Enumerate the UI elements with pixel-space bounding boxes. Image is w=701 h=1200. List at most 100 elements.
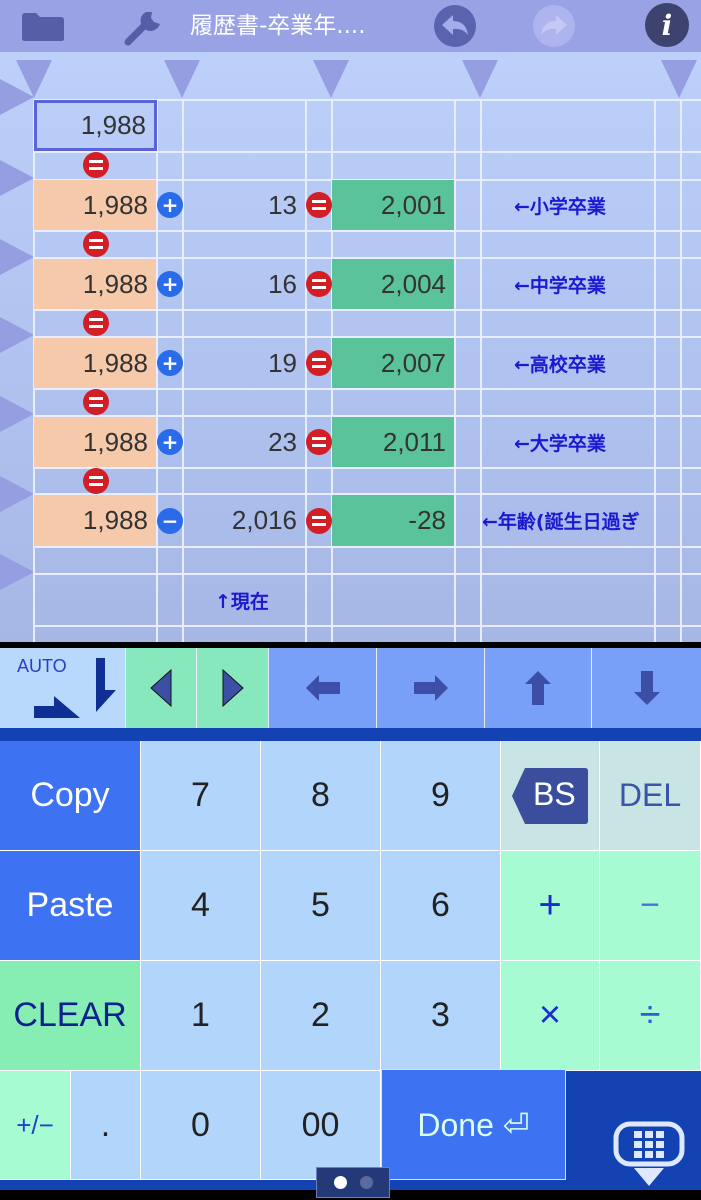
equals-operator-icon[interactable] bbox=[83, 310, 109, 336]
equals-operator-icon[interactable] bbox=[306, 508, 332, 534]
result-cell[interactable]: 2,011 bbox=[332, 417, 454, 467]
key-6[interactable]: 6 bbox=[381, 851, 501, 961]
column-marker-icon[interactable] bbox=[164, 60, 200, 98]
multiply-button[interactable]: × bbox=[501, 961, 600, 1071]
wrench-icon[interactable] bbox=[122, 6, 166, 50]
plus-operator-icon[interactable]: + bbox=[157, 271, 183, 297]
keyboard-hide-icon bbox=[613, 1121, 685, 1186]
operand-cell[interactable]: 13 bbox=[183, 180, 305, 230]
note-cell-current[interactable]: ↑現在 bbox=[215, 575, 269, 625]
result-cell[interactable]: 2,001 bbox=[332, 180, 454, 230]
paste-button[interactable]: Paste bbox=[0, 851, 141, 961]
note-cell[interactable]: ←高校卒業 bbox=[514, 338, 606, 388]
plus-operator-icon[interactable]: + bbox=[157, 350, 183, 376]
auto-direction-button[interactable]: AUTO bbox=[0, 648, 126, 728]
input-cell[interactable]: 1,988 bbox=[34, 417, 156, 467]
auto-label: AUTO bbox=[17, 656, 67, 676]
undo-icon[interactable] bbox=[433, 4, 477, 52]
folder-icon[interactable] bbox=[20, 12, 66, 46]
equals-operator-icon[interactable] bbox=[306, 350, 332, 376]
key-5[interactable]: 5 bbox=[261, 851, 381, 961]
note-cell[interactable]: ←年齢(誕生日過ぎ bbox=[482, 495, 640, 546]
arrow-down-icon bbox=[633, 671, 660, 705]
keypad-page-indicator[interactable] bbox=[316, 1167, 390, 1198]
plus-operator-icon[interactable]: + bbox=[157, 192, 183, 218]
input-cell[interactable]: 1,988 bbox=[34, 259, 156, 309]
column-marker-icon[interactable] bbox=[462, 60, 498, 98]
minus-operator-icon[interactable]: − bbox=[157, 508, 183, 534]
minus-button[interactable]: − bbox=[600, 851, 701, 961]
move-right-button[interactable] bbox=[377, 648, 485, 728]
page-dot[interactable] bbox=[359, 1176, 373, 1189]
auto-right-arrow-icon bbox=[34, 696, 80, 718]
key-9[interactable]: 9 bbox=[381, 741, 501, 851]
column-marker-icon[interactable] bbox=[661, 60, 697, 98]
copy-button[interactable]: Copy bbox=[0, 741, 141, 851]
key-1[interactable]: 1 bbox=[141, 961, 261, 1071]
input-cell[interactable]: 1,988 bbox=[34, 338, 156, 388]
equals-operator-icon[interactable] bbox=[83, 152, 109, 178]
key-4[interactable]: 4 bbox=[141, 851, 261, 961]
move-down-button[interactable] bbox=[592, 648, 701, 728]
equals-operator-icon[interactable] bbox=[306, 429, 332, 455]
row-marker-icon[interactable] bbox=[0, 396, 34, 432]
row-marker-icon[interactable] bbox=[0, 317, 34, 353]
grid-line bbox=[34, 573, 701, 575]
note-cell[interactable]: ←小学卒業 bbox=[514, 180, 606, 230]
move-up-button[interactable] bbox=[485, 648, 592, 728]
backspace-button[interactable]: BS bbox=[501, 741, 600, 851]
row-marker-icon[interactable] bbox=[0, 476, 34, 512]
delete-button[interactable]: DEL bbox=[600, 741, 701, 851]
clear-button[interactable]: CLEAR bbox=[0, 961, 141, 1071]
grid-line bbox=[34, 388, 701, 390]
operand-cell[interactable]: 19 bbox=[183, 338, 305, 388]
row-marker-icon[interactable] bbox=[0, 79, 34, 115]
key-00[interactable]: 00 bbox=[261, 1071, 381, 1180]
info-icon[interactable]: i bbox=[644, 2, 690, 52]
plus-button[interactable]: + bbox=[501, 851, 600, 961]
page-dot-active[interactable] bbox=[333, 1176, 347, 1189]
key-8[interactable]: 8 bbox=[261, 741, 381, 851]
plus-minus-button[interactable]: +/− bbox=[0, 1071, 71, 1180]
grid-line bbox=[34, 309, 701, 311]
input-cell[interactable]: 1,988 bbox=[34, 180, 156, 230]
row-marker-icon[interactable] bbox=[0, 239, 34, 275]
equals-operator-icon[interactable] bbox=[83, 389, 109, 415]
row-marker-icon[interactable] bbox=[0, 160, 34, 196]
key-0[interactable]: 0 bbox=[141, 1071, 261, 1180]
auto-down-arrow-icon bbox=[96, 658, 116, 712]
equals-operator-icon[interactable] bbox=[83, 468, 109, 494]
divide-button[interactable]: ÷ bbox=[600, 961, 701, 1071]
row-marker-icon[interactable] bbox=[0, 554, 34, 590]
spreadsheet[interactable]: 1,988 1,988 + 13 2,001 ←小学卒業 1,988 + 16 … bbox=[0, 52, 701, 642]
key-2[interactable]: 2 bbox=[261, 961, 381, 1071]
triangle-left-icon bbox=[150, 668, 172, 708]
equals-operator-icon[interactable] bbox=[306, 192, 332, 218]
equals-operator-icon[interactable] bbox=[83, 231, 109, 257]
result-cell[interactable]: 2,007 bbox=[332, 338, 454, 388]
prev-button[interactable] bbox=[126, 648, 197, 728]
result-cell[interactable]: -28 bbox=[332, 495, 454, 546]
note-cell[interactable]: ←大学卒業 bbox=[514, 417, 606, 467]
move-left-button[interactable] bbox=[269, 648, 377, 728]
note-cell[interactable]: ←中学卒業 bbox=[514, 259, 606, 309]
arrow-up-icon bbox=[525, 671, 551, 705]
selected-cell[interactable]: 1,988 bbox=[34, 100, 157, 151]
next-button[interactable] bbox=[197, 648, 269, 728]
plus-operator-icon[interactable]: + bbox=[157, 429, 183, 455]
arrow-right-icon bbox=[413, 675, 448, 701]
hide-keyboard-button[interactable] bbox=[612, 1120, 686, 1190]
result-cell[interactable]: 2,004 bbox=[332, 259, 454, 309]
key-3[interactable]: 3 bbox=[381, 961, 501, 1071]
decimal-point-button[interactable]: . bbox=[71, 1071, 141, 1180]
done-button[interactable]: Done ⏎ bbox=[381, 1069, 566, 1180]
arrow-left-icon bbox=[305, 675, 340, 701]
operand-cell[interactable]: 2,016 bbox=[183, 495, 305, 546]
key-7[interactable]: 7 bbox=[141, 741, 261, 851]
operand-cell[interactable]: 16 bbox=[183, 259, 305, 309]
column-marker-icon[interactable] bbox=[313, 60, 349, 98]
input-cell[interactable]: 1,988 bbox=[34, 495, 156, 546]
operand-cell[interactable]: 23 bbox=[183, 417, 305, 467]
equals-operator-icon[interactable] bbox=[306, 271, 332, 297]
grid-line bbox=[305, 100, 307, 642]
